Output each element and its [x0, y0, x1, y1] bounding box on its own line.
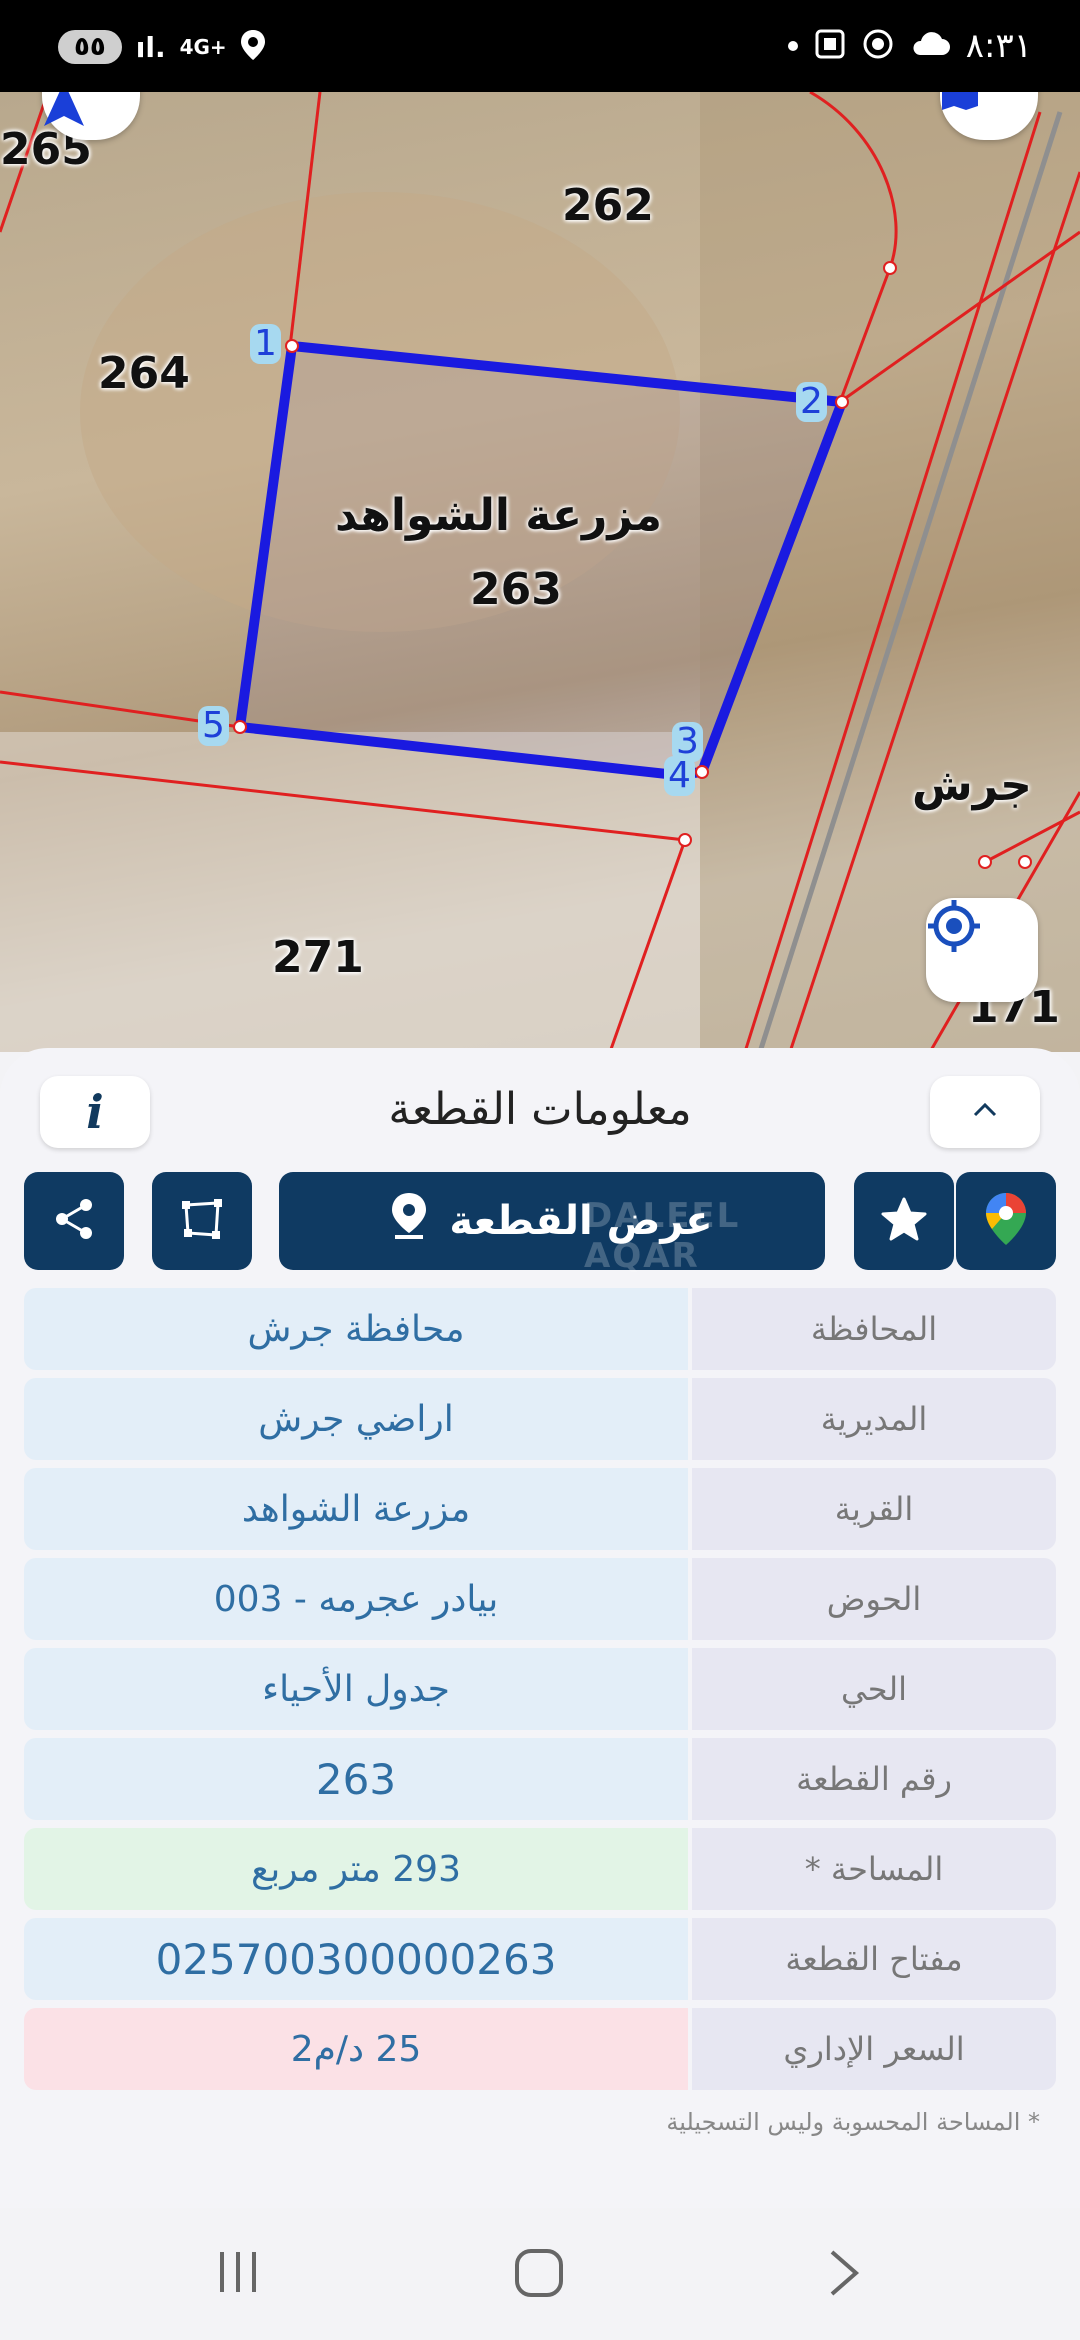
district-label: الحي — [692, 1648, 1056, 1730]
parcel-key-label: مفتاح القطعة — [692, 1918, 1056, 2000]
admin-price-value: 25 د/م2 — [24, 2008, 688, 2090]
show-parcel-label: عرض القطعة — [449, 1198, 713, 1244]
share-icon — [52, 1197, 96, 1245]
star-icon — [881, 1197, 927, 1245]
area-value: 293 متر مربع — [24, 1828, 688, 1910]
favorite-button[interactable] — [854, 1172, 954, 1270]
parcel-number-value: 263 — [24, 1738, 688, 1820]
parcel-number-263: 263 — [470, 564, 562, 615]
collapse-button[interactable] — [930, 1076, 1040, 1148]
village-value: مزرعة الشواهد — [24, 1468, 688, 1550]
vertex-2: 2 — [796, 382, 827, 422]
governorate-value: محافظة جرش — [24, 1288, 688, 1370]
signal-icon: ıl. — [135, 30, 166, 64]
district-value: جدول الأحياء — [24, 1648, 688, 1730]
polygon-icon — [180, 1197, 224, 1245]
dot-icon — [787, 41, 798, 51]
basin-label: الحوض — [692, 1558, 1056, 1640]
location-pin-icon — [391, 1193, 427, 1249]
parcel-info-sheet: i معلومات القطعة عرض القطعة DALEEL AQAR — [0, 1048, 1080, 2208]
table-row: 263 رقم القطعة — [24, 1738, 1056, 1820]
basin-value: بيادر عجرمه - 003 — [24, 1558, 688, 1640]
home-icon[interactable] — [514, 2248, 564, 2302]
directorate-label: المديرية — [692, 1378, 1056, 1460]
share-button[interactable] — [24, 1172, 124, 1270]
screenshot-icon — [814, 28, 846, 64]
area-label: المساحة * — [692, 1828, 1056, 1910]
place-label: جرش — [912, 760, 1032, 811]
back-icon[interactable] — [826, 2248, 862, 2302]
parcel-details-table: محافظة جرش المحافظة اراضي جرش المديرية م… — [24, 1288, 1056, 2098]
table-row: بيادر عجرمه - 003 الحوض — [24, 1558, 1056, 1640]
parcel-number-264: 264 — [98, 348, 190, 399]
battery-pill: ٥٥ — [58, 30, 122, 64]
sheet-title: معلومات القطعة — [388, 1084, 692, 1135]
vertex-5: 5 — [198, 706, 229, 746]
clock: ٨:٣١ — [965, 26, 1032, 66]
whatsapp-icon — [862, 28, 894, 64]
google-maps-button[interactable] — [956, 1172, 1056, 1270]
location-icon — [240, 30, 265, 64]
vertex-1: 1 — [250, 324, 281, 364]
governorate-label: المحافظة — [692, 1288, 1056, 1370]
parcel-name-label: مزرعة الشواهد — [335, 490, 662, 541]
status-bar: ٥٥ ıl. 4G+ ٨:٣١ — [0, 0, 1080, 92]
admin-price-label: السعر الإداري — [692, 2008, 1056, 2090]
village-label: القرية — [692, 1468, 1056, 1550]
draw-polygon-button[interactable] — [152, 1172, 252, 1270]
network-type: 4G+ — [179, 35, 227, 59]
locate-button[interactable] — [926, 898, 1038, 1002]
table-row: جدول الأحياء الحي — [24, 1648, 1056, 1730]
table-row: اراضي جرش المديرية — [24, 1378, 1056, 1460]
parcel-number-262: 262 — [562, 180, 654, 231]
parcel-key-value: 025700300000263 — [24, 1918, 688, 2000]
table-row: 293 متر مربع المساحة * — [24, 1828, 1056, 1910]
system-navigation-bar — [0, 2208, 1080, 2340]
area-footnote: * المساحة المحسوبة وليس التسجيلية — [666, 2108, 1040, 2136]
show-parcel-button[interactable]: عرض القطعة DALEEL AQAR — [279, 1172, 825, 1276]
directorate-value: اراضي جرش — [24, 1378, 688, 1460]
google-maps-icon — [986, 1193, 1026, 1249]
table-row: محافظة جرش المحافظة — [24, 1288, 1056, 1370]
parcel-number-label: رقم القطعة — [692, 1738, 1056, 1820]
table-row: 25 د/م2 السعر الإداري — [24, 2008, 1056, 2090]
cloud-icon — [910, 31, 950, 61]
table-row: مزرعة الشواهد القرية — [24, 1468, 1056, 1550]
table-row: 025700300000263 مفتاح القطعة — [24, 1918, 1056, 2000]
parcel-number-271: 271 — [272, 932, 364, 983]
vertex-4: 4 — [664, 756, 695, 796]
recents-icon[interactable] — [214, 2248, 262, 2300]
chevron-up-icon — [972, 1102, 998, 1122]
map-view[interactable]: 265 262 264 مزرعة الشواهد 263 271 171 جر… — [0, 92, 1080, 1052]
action-bar: عرض القطعة DALEEL AQAR — [24, 1172, 1056, 1276]
